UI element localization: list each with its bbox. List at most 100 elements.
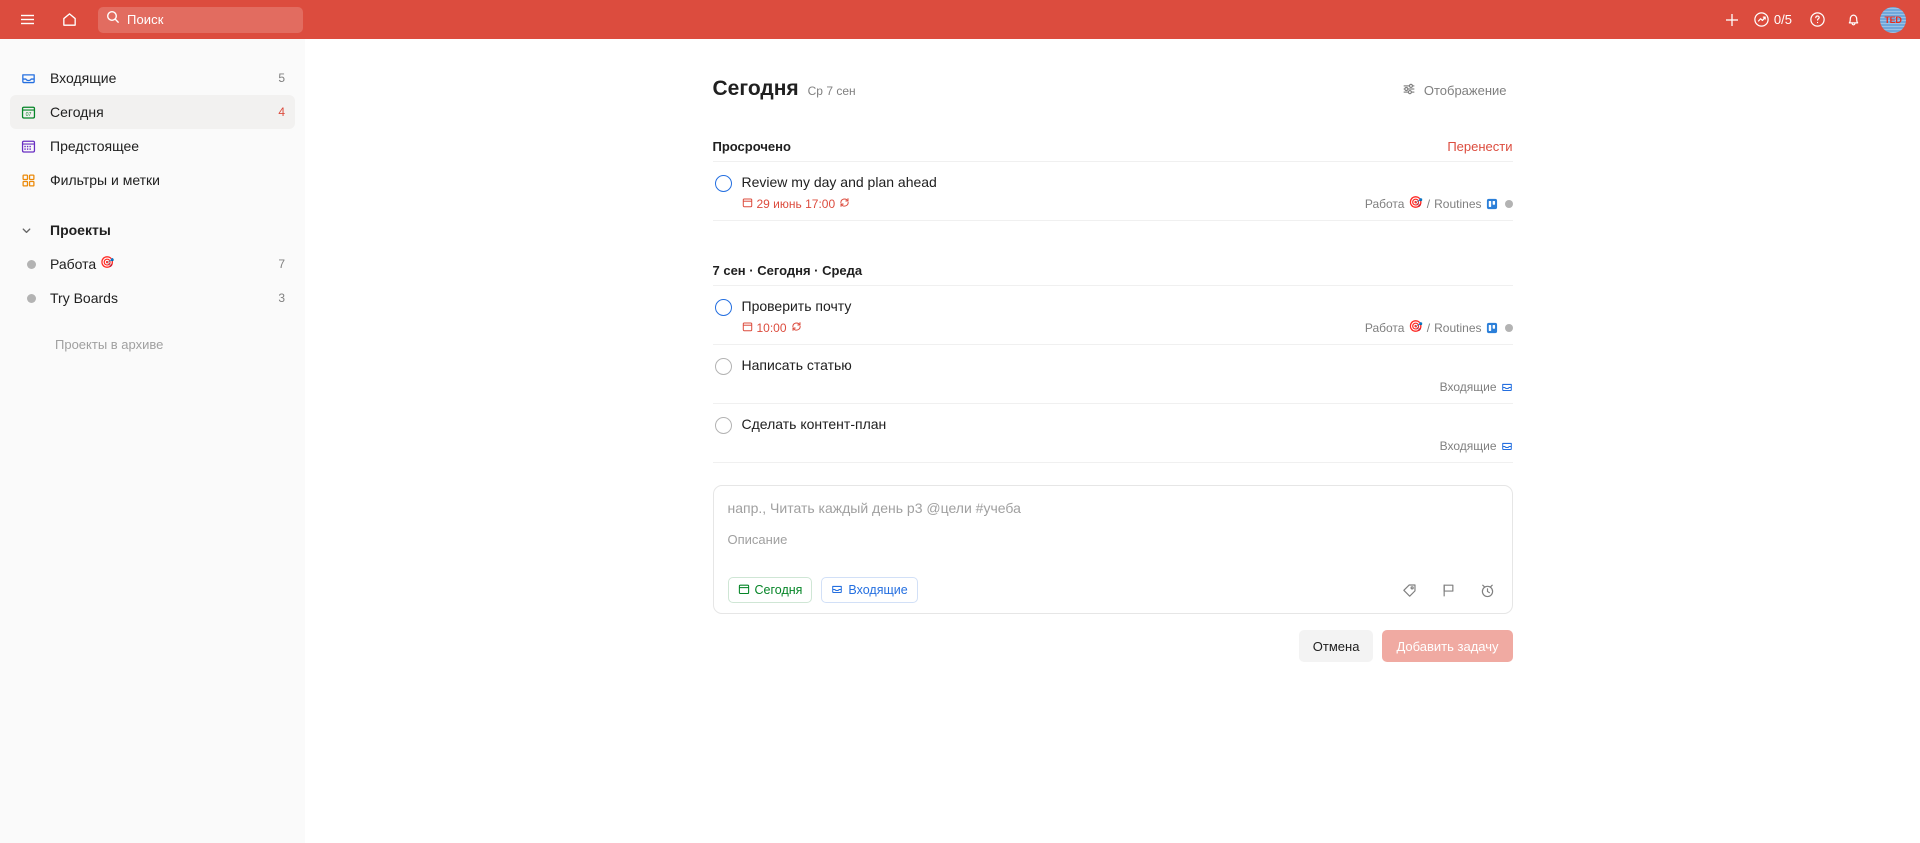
avatar[interactable]: TED bbox=[1880, 6, 1906, 33]
task-checkbox[interactable] bbox=[714, 175, 732, 192]
top-bar: Поиск 0/5 TED bbox=[0, 0, 1920, 39]
target-emoji: 🎯 bbox=[1408, 197, 1423, 210]
cancel-button[interactable]: Отмена bbox=[1298, 630, 1374, 662]
label-icon[interactable] bbox=[1401, 582, 1418, 599]
recurring-icon bbox=[839, 197, 850, 211]
flag-priority-icon[interactable] bbox=[1440, 582, 1457, 599]
board-icon bbox=[1486, 322, 1498, 334]
page-subtitle: Ср 7 сен bbox=[807, 84, 856, 98]
sidebar-item-label: Предстоящее bbox=[50, 138, 140, 154]
group-header: 7 сен · Сегодня · Среда bbox=[712, 263, 1513, 286]
task-section-name: Routines bbox=[1434, 197, 1482, 211]
task-project-name: Работа bbox=[1364, 321, 1405, 335]
task-group-overdue: Просрочено Перенести Review my day and p… bbox=[712, 139, 1513, 221]
task-project-path[interactable]: Входящие bbox=[1440, 380, 1513, 394]
search-placeholder: Поиск bbox=[127, 12, 164, 27]
composer-actions bbox=[1401, 582, 1496, 599]
avatar-initials: TED bbox=[1884, 14, 1902, 25]
task-project-name: Входящие bbox=[1439, 380, 1497, 394]
sidebar-project-rabota[interactable]: Работа 🎯 7 bbox=[10, 247, 295, 281]
calendar-upcoming-icon bbox=[20, 138, 44, 155]
project-color-dot bbox=[27, 259, 36, 269]
due-date-chip[interactable]: Сегодня bbox=[727, 577, 813, 603]
composer-chips: Сегодня Входящие bbox=[727, 577, 1498, 603]
composer-buttons: Отмена Добавить задачу bbox=[713, 630, 1513, 662]
task-row[interactable]: Сделать контент-план Входящие bbox=[712, 404, 1513, 463]
inbox-icon bbox=[20, 70, 44, 87]
reschedule-link[interactable]: Перенести bbox=[1447, 139, 1512, 154]
main-content: Сегодня Ср 7 сен Отображение Просрочено … bbox=[305, 39, 1920, 843]
project-chip[interactable]: Входящие bbox=[821, 577, 918, 603]
plus-icon[interactable] bbox=[1715, 5, 1749, 35]
alarm-reminder-icon[interactable] bbox=[1479, 582, 1496, 599]
task-title: Проверить почту bbox=[741, 298, 852, 314]
calendar-small-icon bbox=[742, 321, 753, 335]
hamburger-menu-icon[interactable] bbox=[12, 5, 42, 35]
task-section-name: Routines bbox=[1434, 321, 1482, 335]
task-row[interactable]: Написать статью Входящие bbox=[712, 345, 1513, 404]
sidebar-item-label: Фильтры и метки bbox=[50, 172, 160, 188]
task-project-path[interactable]: Работа 🎯 / Routines bbox=[1365, 197, 1513, 211]
inbox-icon bbox=[1501, 381, 1513, 393]
add-task-button[interactable]: Добавить задачу bbox=[1382, 630, 1513, 662]
calendar-small-icon bbox=[742, 197, 753, 211]
productivity-count: 0/5 bbox=[1773, 12, 1792, 27]
task-project-path[interactable]: Входящие bbox=[1440, 439, 1513, 453]
task-description-input[interactable]: Описание bbox=[728, 532, 1498, 547]
calendar-today-icon: 07 bbox=[20, 104, 44, 121]
filters-labels-icon bbox=[20, 172, 44, 189]
recurring-icon bbox=[791, 321, 802, 335]
sidebar-item-inbox[interactable]: Входящие 5 bbox=[10, 61, 295, 95]
task-priority-dot bbox=[1504, 324, 1513, 332]
group-title: 7 сен · Сегодня · Среда bbox=[712, 263, 863, 278]
target-emoji: 🎯 bbox=[1408, 321, 1423, 334]
due-date-chip-label: Сегодня bbox=[754, 583, 803, 597]
task-metadata bbox=[742, 378, 1513, 395]
sidebar-item-filters-labels[interactable]: Фильтры и метки bbox=[10, 163, 295, 197]
view-options-button[interactable]: Отображение bbox=[1395, 77, 1513, 104]
task-checkbox[interactable] bbox=[714, 417, 732, 434]
top-bar-actions: 0/5 TED bbox=[1715, 0, 1910, 39]
sidebar-project-count: 3 bbox=[278, 291, 285, 305]
task-name-input[interactable]: напр., Читать каждый день р3 @цели #учеб… bbox=[728, 500, 1498, 516]
sliders-icon bbox=[1401, 81, 1417, 100]
task-checkbox[interactable] bbox=[714, 299, 732, 316]
task-project-path[interactable]: Работа 🎯 / Routines bbox=[1365, 321, 1513, 335]
sidebar-item-count: 5 bbox=[278, 71, 285, 85]
sidebar-item-today[interactable]: 07 Сегодня 4 bbox=[10, 95, 295, 129]
sidebar-project-count: 7 bbox=[278, 257, 285, 271]
task-due-date[interactable]: 29 июнь 17:00 bbox=[742, 197, 851, 211]
task-title: Сделать контент-план bbox=[741, 416, 887, 432]
sidebar-item-upcoming[interactable]: Предстоящее bbox=[10, 129, 295, 163]
task-project-name: Работа bbox=[1364, 197, 1405, 211]
sidebar-project-try-boards[interactable]: Try Boards 3 bbox=[10, 281, 295, 315]
task-checkbox[interactable] bbox=[714, 358, 732, 375]
task-title: Review my day and plan ahead bbox=[741, 174, 937, 190]
task-row[interactable]: Review my day and plan ahead 29 июнь 17:… bbox=[712, 162, 1513, 221]
path-separator: / bbox=[1426, 321, 1431, 335]
project-chip-label: Входящие bbox=[848, 583, 908, 597]
bell-icon[interactable] bbox=[1836, 5, 1870, 35]
task-row[interactable]: Проверить почту 10:00 Работа 🎯 / Routine… bbox=[712, 286, 1513, 345]
help-question-icon[interactable] bbox=[1800, 5, 1834, 35]
projects-section-label: Проекты bbox=[50, 222, 111, 238]
home-icon[interactable] bbox=[54, 5, 84, 35]
page-header: Сегодня Ср 7 сен bbox=[713, 77, 1513, 101]
calendar-small-icon bbox=[738, 583, 750, 598]
projects-section-header[interactable]: Проекты bbox=[10, 213, 295, 247]
task-priority-dot bbox=[1504, 200, 1513, 208]
task-metadata bbox=[742, 437, 1513, 454]
search-input[interactable]: Поиск bbox=[98, 6, 303, 33]
task-title: Написать статью bbox=[741, 357, 852, 373]
sidebar-item-label: Входящие bbox=[50, 70, 117, 86]
project-color-dot bbox=[27, 293, 36, 303]
inbox-icon bbox=[831, 583, 843, 598]
board-icon bbox=[1486, 198, 1498, 210]
sidebar-item-count: 4 bbox=[278, 105, 285, 119]
group-title: Просрочено bbox=[712, 139, 791, 154]
page-title: Сегодня bbox=[712, 77, 799, 100]
search-icon bbox=[106, 10, 120, 29]
archived-projects-note[interactable]: Проекты в архиве bbox=[55, 337, 305, 352]
productivity-chart-icon[interactable]: 0/5 bbox=[1751, 5, 1798, 35]
task-due-date[interactable]: 10:00 bbox=[742, 321, 802, 335]
